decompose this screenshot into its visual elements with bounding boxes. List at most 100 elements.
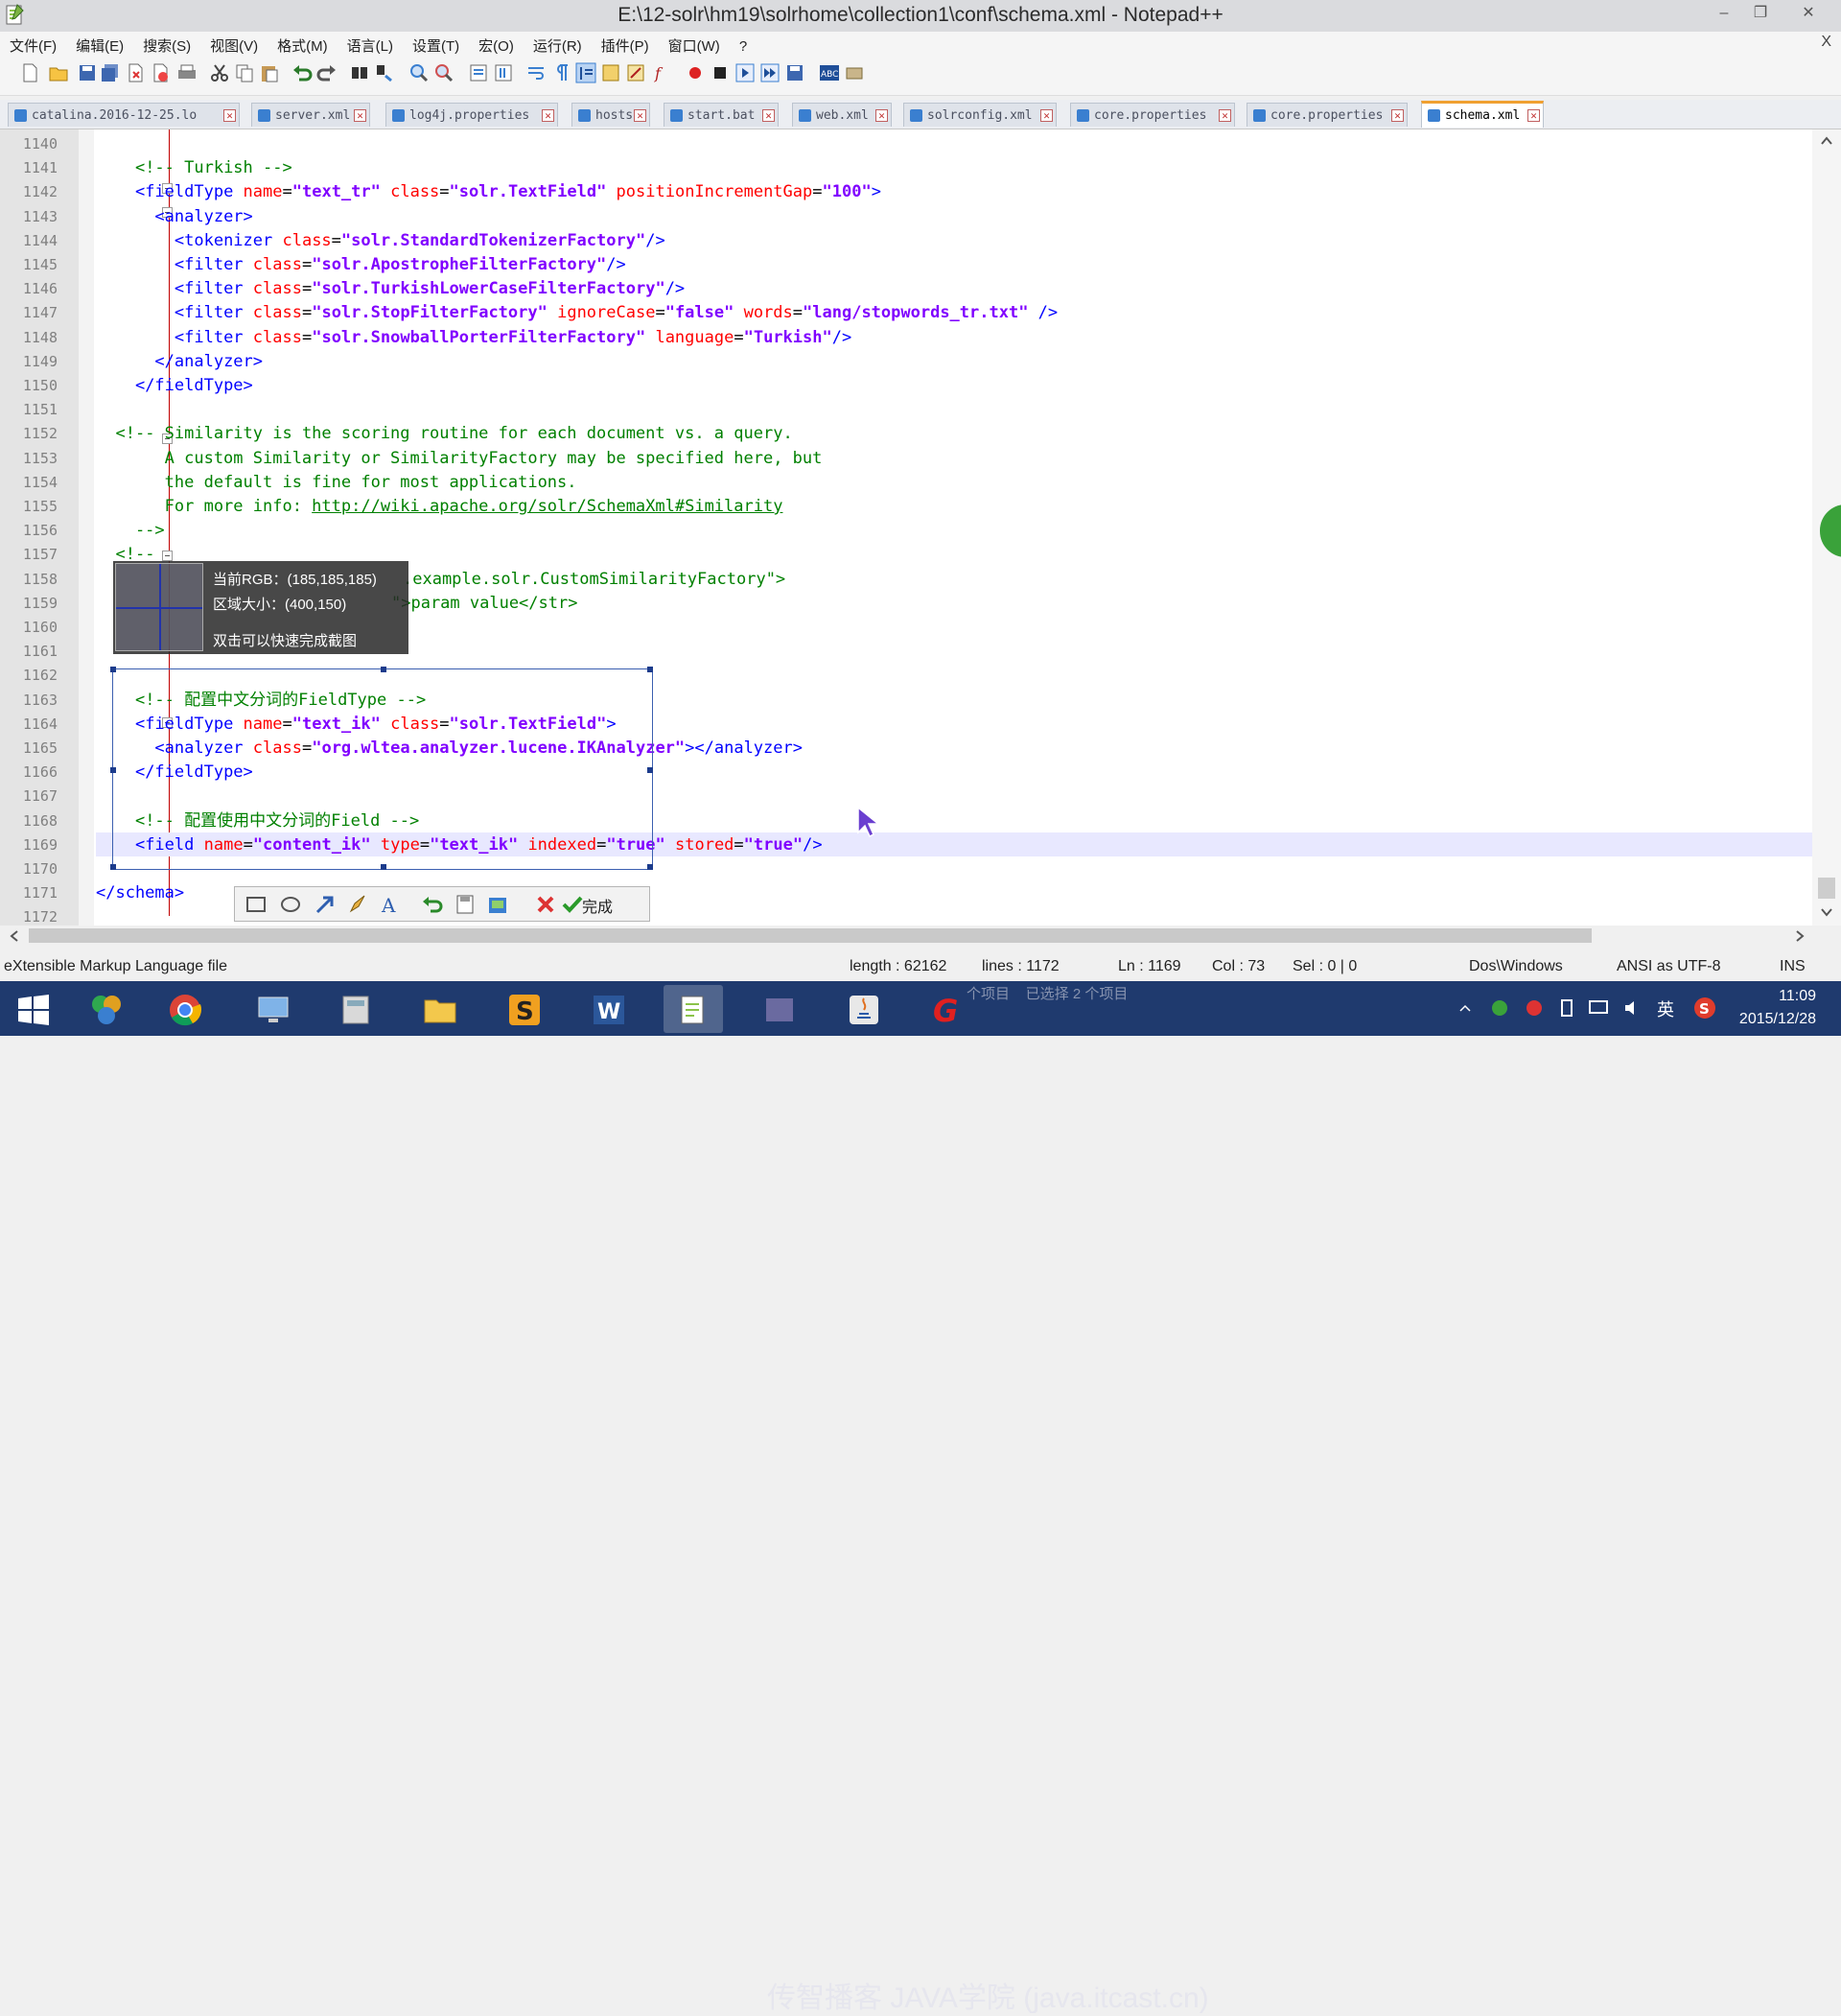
menu-help[interactable]: ? (730, 35, 757, 55)
taskbar-explorer[interactable] (410, 985, 470, 1033)
selection-handle[interactable] (647, 864, 653, 870)
tray-sogou-icon[interactable]: S (1693, 996, 1716, 1020)
code-line[interactable]: <filter class="solr.TurkishLowerCaseFilt… (96, 277, 685, 301)
encoding-status[interactable]: ANSI as UTF-8 (1617, 958, 1720, 975)
insert-mode-status[interactable]: INS (1780, 958, 1806, 975)
taskbar-app-calc[interactable] (326, 985, 385, 1033)
close-file-icon[interactable] (125, 62, 146, 83)
tab-log4j-properties[interactable]: log4j.properties ✕ (385, 103, 558, 127)
tray-volume-icon[interactable] (1622, 998, 1642, 1018)
menu-settings[interactable]: 设置(T) (403, 32, 469, 56)
tab-close-icon[interactable]: ✕ (762, 109, 775, 122)
tab-close-icon[interactable]: ✕ (634, 109, 646, 122)
screenshot-selection-box[interactable] (110, 667, 653, 870)
menu-search[interactable]: 搜索(S) (133, 32, 200, 56)
tab-close-icon[interactable]: ✕ (1391, 109, 1404, 122)
horizontal-scroll-thumb[interactable] (29, 928, 1592, 943)
menu-window[interactable]: 窗口(W) (659, 32, 730, 56)
record-macro-icon[interactable] (685, 62, 706, 83)
taskbar-app-1[interactable] (77, 985, 136, 1033)
taskbar-chrome[interactable] (155, 985, 215, 1033)
menu-language[interactable]: 语言(L) (338, 32, 403, 56)
show-all-characters-icon[interactable] (550, 62, 571, 83)
save-icon[interactable] (77, 62, 98, 83)
close-document-button[interactable]: X (1821, 34, 1831, 51)
menu-file[interactable]: 文件(F) (0, 32, 66, 56)
sync-vertical-icon[interactable] (468, 62, 489, 83)
tab-close-icon[interactable]: ✕ (1219, 109, 1231, 122)
done-button[interactable]: 完成 (582, 894, 613, 917)
undo-edit-icon[interactable] (421, 893, 444, 916)
cut-icon[interactable] (209, 62, 230, 83)
tab-catalina-log[interactable]: catalina.2016-12-25.lo ✕ (8, 103, 240, 127)
code-line[interactable]: </fieldType> (96, 374, 253, 398)
doc-map-icon[interactable] (625, 62, 646, 83)
fold-margin[interactable] (79, 129, 173, 926)
save-snip-icon[interactable] (454, 893, 477, 916)
system-clock[interactable]: 11:09 2015/12/28 (1739, 985, 1816, 1031)
taskbar-app-8[interactable] (750, 985, 809, 1033)
menu-macro[interactable]: 宏(O) (469, 32, 524, 56)
menu-plugins[interactable]: 插件(P) (592, 32, 659, 56)
code-line[interactable]: </schema> (96, 881, 184, 905)
code-line[interactable]: --> (96, 519, 165, 543)
zoom-out-icon[interactable] (433, 62, 454, 83)
tab-close-icon[interactable]: ✕ (1040, 109, 1053, 122)
menu-view[interactable]: 视图(V) (200, 32, 268, 56)
code-line[interactable]: </analyzer> (96, 350, 263, 374)
spell-check-icon[interactable]: ABC (819, 62, 840, 83)
selection-handle[interactable] (381, 864, 386, 870)
minimize-button[interactable]: – (1705, 0, 1743, 27)
code-line[interactable]: <filter class="solr.StopFilterFactory" i… (96, 301, 1058, 325)
open-file-icon[interactable] (48, 62, 69, 83)
tab-close-icon[interactable]: ✕ (223, 109, 236, 122)
taskbar-sublime[interactable]: S (495, 985, 554, 1033)
code-line[interactable]: A custom Similarity or SimilarityFactory… (96, 447, 823, 471)
tab-close-icon[interactable]: ✕ (875, 109, 888, 122)
code-line[interactable]: <filter class="solr.SnowballPorterFilter… (96, 326, 851, 350)
tab-schema-xml[interactable]: schema.xml ✕ (1421, 101, 1544, 128)
scroll-up-icon[interactable] (1821, 135, 1832, 145)
confirm-check-icon[interactable] (561, 893, 584, 916)
vertical-scroll-thumb[interactable] (1818, 878, 1835, 899)
stop-macro-icon[interactable] (710, 62, 731, 83)
tab-server-xml[interactable]: server.xml ✕ (251, 103, 370, 127)
code-line[interactable]: <!-- Similarity is the scoring routine f… (96, 422, 792, 446)
tray-red-icon[interactable] (1525, 998, 1544, 1018)
selection-handle[interactable] (647, 767, 653, 773)
code-line[interactable]: <fieldType name="text_tr" class="solr.Te… (96, 180, 881, 204)
menu-format[interactable]: 格式(M) (268, 32, 338, 56)
tab-close-icon[interactable]: ✕ (542, 109, 554, 122)
cancel-snip-icon[interactable] (534, 893, 557, 916)
copy-to-clipboard-icon[interactable] (486, 893, 509, 916)
selection-handle[interactable] (110, 864, 116, 870)
taskbar-remote-desktop[interactable] (244, 985, 303, 1033)
tab-solrconfig-xml[interactable]: solrconfig.xml ✕ (903, 103, 1057, 127)
arrow-tool-icon[interactable] (314, 893, 337, 916)
tray-green-icon[interactable] (1490, 998, 1509, 1018)
code-line[interactable]: <analyzer> (96, 205, 252, 229)
tab-start-bat[interactable]: start.bat ✕ (664, 103, 779, 127)
tab-close-icon[interactable]: ✕ (1527, 109, 1540, 122)
tab-core-properties-2[interactable]: core.properties ✕ (1247, 103, 1408, 127)
scroll-left-icon[interactable] (10, 930, 19, 942)
close-window-button[interactable]: ✕ (1789, 0, 1828, 27)
taskbar-java[interactable] (834, 985, 894, 1033)
word-wrap-icon[interactable] (525, 62, 547, 83)
restore-button[interactable]: ❐ (1741, 0, 1780, 27)
run-macro-multiple-icon[interactable] (759, 62, 781, 83)
copy-icon[interactable] (234, 62, 255, 83)
save-macro-icon[interactable] (784, 62, 805, 83)
code-line[interactable]: the default is fine for most application… (96, 471, 577, 495)
eol-format-status[interactable]: Dos\Windows (1469, 958, 1563, 975)
selection-handle[interactable] (381, 667, 386, 672)
new-file-icon[interactable] (19, 62, 40, 83)
tab-hosts[interactable]: hosts ✕ (571, 103, 650, 127)
tab-web-xml[interactable]: web.xml ✕ (792, 103, 892, 127)
brush-tool-icon[interactable] (346, 893, 369, 916)
paste-icon[interactable] (259, 62, 280, 83)
tab-core-properties-1[interactable]: core.properties ✕ (1070, 103, 1235, 127)
sync-horizontal-icon[interactable] (493, 62, 514, 83)
selection-handle[interactable] (647, 667, 653, 672)
horizontal-scrollbar[interactable] (0, 926, 1841, 947)
